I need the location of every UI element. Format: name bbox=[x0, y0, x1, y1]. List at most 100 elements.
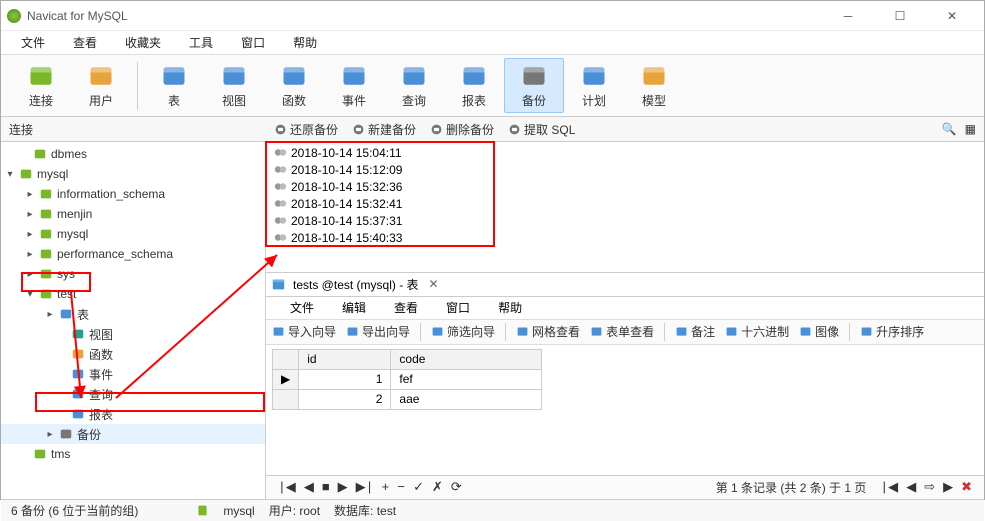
tool-report[interactable]: 报表 bbox=[444, 58, 504, 113]
connection-icon bbox=[196, 504, 209, 517]
backup-item[interactable]: 2018-10-14 15:40:33 bbox=[270, 229, 980, 246]
node-tms[interactable]: tms bbox=[1, 444, 265, 464]
node-dbmes[interactable]: dbmes bbox=[1, 144, 265, 164]
action-new-backup[interactable]: 新建备份 bbox=[352, 121, 416, 138]
grid-icon[interactable]: ▦ bbox=[965, 122, 976, 136]
tool-function[interactable]: 函数 bbox=[264, 58, 324, 113]
backup-item[interactable]: 2018-10-14 15:32:41 bbox=[270, 195, 980, 212]
tab-menu-4[interactable]: 帮助 bbox=[484, 297, 536, 318]
backup-item[interactable]: 2018-10-14 15:12:09 bbox=[270, 161, 980, 178]
nav-minus-button[interactable]: − bbox=[393, 480, 409, 495]
col-code[interactable]: code bbox=[391, 349, 542, 369]
minimize-button[interactable]: ─ bbox=[828, 2, 868, 30]
expand-arrow-icon[interactable]: ▸ bbox=[25, 269, 35, 280]
backup-item[interactable]: 2018-10-14 15:37:31 bbox=[270, 212, 980, 229]
tool-query[interactable]: 查询 bbox=[384, 58, 444, 113]
tab-menu-2[interactable]: 查看 bbox=[380, 297, 432, 318]
tab-close-button[interactable]: ✕ bbox=[425, 277, 443, 291]
nav-check-button[interactable]: ✓ bbox=[409, 480, 428, 495]
menu-item-2[interactable]: 收藏夹 bbox=[111, 31, 175, 54]
node-infoschema[interactable]: ▸information_schema bbox=[1, 184, 265, 204]
page-last-button[interactable]: ✖ bbox=[957, 480, 976, 495]
nav-add-button[interactable]: + bbox=[377, 480, 393, 495]
node-queries[interactable]: 查询 bbox=[1, 384, 265, 404]
tool-user[interactable]: 用户 bbox=[71, 58, 131, 113]
tb-export[interactable]: 导出向导 bbox=[346, 323, 410, 340]
nav-next-button[interactable]: ▶ bbox=[334, 480, 352, 495]
tool-schedule[interactable]: 计划 bbox=[564, 58, 624, 113]
node-functions[interactable]: 函数 bbox=[1, 344, 265, 364]
backup-item[interactable]: 2018-10-14 15:04:11 bbox=[270, 144, 980, 161]
expand-arrow-icon[interactable]: ▸ bbox=[25, 229, 35, 240]
page-prev-button[interactable]: ◀ bbox=[902, 480, 920, 495]
tb-grid[interactable]: 网格查看 bbox=[516, 323, 580, 340]
expand-arrow-icon[interactable]: ▾ bbox=[25, 289, 35, 300]
tb-memo[interactable]: 备注 bbox=[675, 323, 715, 340]
tool-view[interactable]: 视图 bbox=[204, 58, 264, 113]
tab-menu-1[interactable]: 编辑 bbox=[328, 297, 380, 318]
node-tables[interactable]: ▸表 bbox=[1, 304, 265, 324]
tool-model[interactable]: 模型 bbox=[624, 58, 684, 113]
page-goto-button[interactable]: ⇨ bbox=[920, 480, 939, 495]
search-icon[interactable]: 🔍 bbox=[942, 122, 957, 136]
expand-arrow-icon[interactable]: ▸ bbox=[45, 429, 55, 440]
cell-code[interactable]: fef bbox=[391, 369, 542, 389]
node-mysql-db[interactable]: ▸mysql bbox=[1, 224, 265, 244]
nav-first-button[interactable]: |◀ bbox=[274, 480, 300, 495]
nav-refresh-button[interactable]: ⟳ bbox=[447, 480, 466, 495]
tool-table[interactable]: 表 bbox=[144, 58, 204, 113]
maximize-button[interactable]: ☐ bbox=[880, 2, 920, 30]
menu-item-0[interactable]: 文件 bbox=[7, 31, 59, 54]
menu-item-3[interactable]: 工具 bbox=[175, 31, 227, 54]
nav-last-button[interactable]: ▶| bbox=[352, 480, 378, 495]
expand-arrow-icon[interactable]: ▸ bbox=[25, 189, 35, 200]
expand-arrow-icon[interactable]: ▸ bbox=[25, 209, 35, 220]
action-delete-backup[interactable]: 删除备份 bbox=[430, 121, 494, 138]
cell-code[interactable]: aae bbox=[391, 389, 542, 409]
node-perfschema[interactable]: ▸performance_schema bbox=[1, 244, 265, 264]
expand-arrow-icon[interactable]: ▸ bbox=[45, 309, 55, 320]
cell-id[interactable]: 2 bbox=[299, 389, 391, 409]
tool-query-label: 查询 bbox=[402, 92, 426, 109]
nav-prev-button[interactable]: ◀ bbox=[300, 480, 318, 495]
tb-import[interactable]: 导入向导 bbox=[272, 323, 336, 340]
tb-filter[interactable]: 筛选向导 bbox=[431, 323, 495, 340]
expand-arrow-icon[interactable]: ▾ bbox=[5, 169, 15, 180]
node-reports[interactable]: 报表 bbox=[1, 404, 265, 424]
node-events[interactable]: 事件 bbox=[1, 364, 265, 384]
tool-table-label: 表 bbox=[168, 92, 180, 109]
tab-menu-0[interactable]: 文件 bbox=[276, 297, 328, 318]
col-id[interactable]: id bbox=[299, 349, 391, 369]
action-restore[interactable]: 还原备份 bbox=[274, 121, 338, 138]
node-test[interactable]: ▾test bbox=[1, 284, 265, 304]
page-next-button[interactable]: ▶ bbox=[939, 480, 957, 495]
menu-item-4[interactable]: 窗口 bbox=[227, 31, 279, 54]
cell-id[interactable]: 1 bbox=[299, 369, 391, 389]
tb-sort-asc[interactable]: 升序排序 bbox=[860, 323, 924, 340]
node-events-label: 事件 bbox=[89, 366, 113, 383]
nav-cancel-button[interactable]: ✗ bbox=[428, 480, 447, 495]
node-backup[interactable]: ▸备份 bbox=[1, 424, 265, 444]
tab-menu-3[interactable]: 窗口 bbox=[432, 297, 484, 318]
node-views[interactable]: 视图 bbox=[1, 324, 265, 344]
close-button[interactable]: ✕ bbox=[932, 2, 972, 30]
node-mysql[interactable]: ▾mysql bbox=[1, 164, 265, 184]
nav-stop-button[interactable]: ■ bbox=[318, 480, 334, 495]
data-tab[interactable]: tests @test (mysql) - 表 ✕ bbox=[285, 273, 451, 296]
tool-connection[interactable]: 连接 bbox=[11, 58, 71, 113]
tool-backup[interactable]: 备份 bbox=[504, 58, 564, 113]
expand-arrow-icon[interactable]: ▸ bbox=[25, 249, 35, 260]
tb-hex[interactable]: 十六进制 bbox=[725, 323, 789, 340]
table-row[interactable]: ▶1fef bbox=[273, 369, 542, 389]
tb-image[interactable]: 图像 bbox=[799, 323, 839, 340]
action-extract-sql[interactable]: 提取 SQL bbox=[508, 121, 575, 138]
tb-form[interactable]: 表单查看 bbox=[590, 323, 654, 340]
backup-item[interactable]: 2018-10-14 15:32:36 bbox=[270, 178, 980, 195]
table-row[interactable]: 2aae bbox=[273, 389, 542, 409]
menu-item-1[interactable]: 查看 bbox=[59, 31, 111, 54]
node-sys[interactable]: ▸sys bbox=[1, 264, 265, 284]
page-first-button[interactable]: |◀ bbox=[876, 480, 902, 495]
tool-event[interactable]: 事件 bbox=[324, 58, 384, 113]
node-menjin[interactable]: ▸menjin bbox=[1, 204, 265, 224]
menu-item-5[interactable]: 帮助 bbox=[279, 31, 331, 54]
